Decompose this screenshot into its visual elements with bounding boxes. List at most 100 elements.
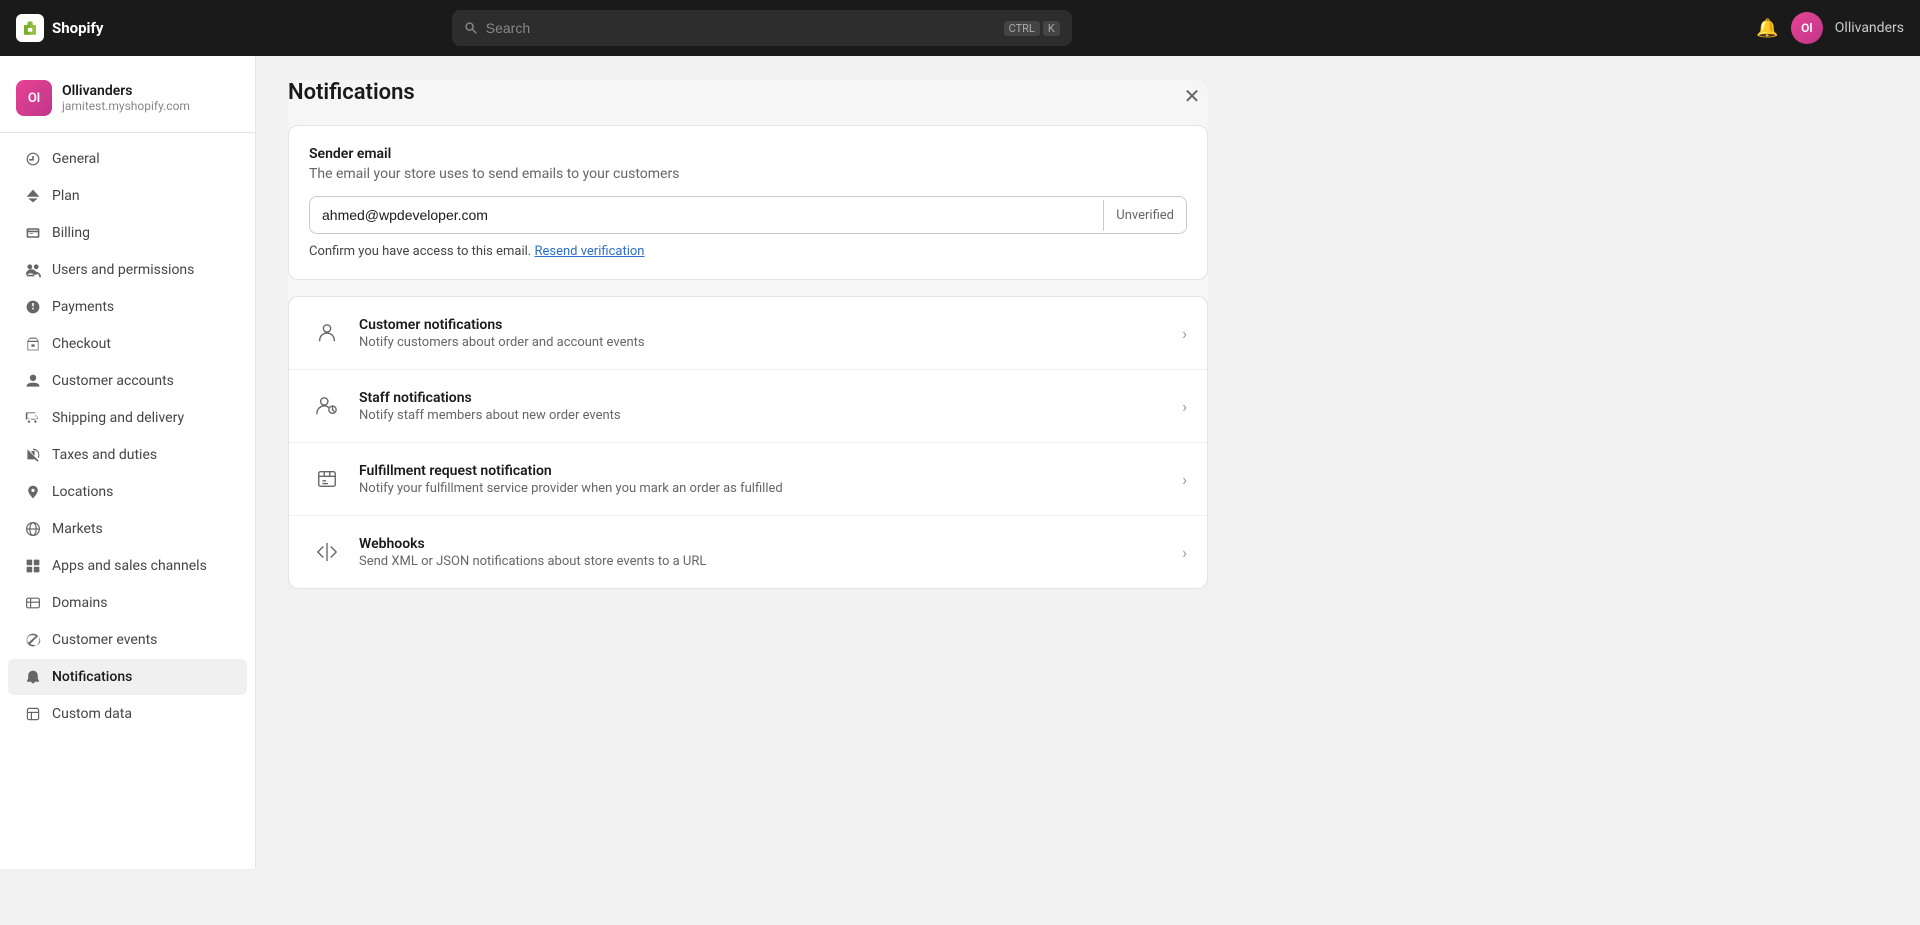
global-search[interactable]: CTRL K: [452, 10, 1072, 46]
webhooks-desc: Send XML or JSON notifications about sto…: [359, 554, 1168, 569]
sidebar-item-customer-events[interactable]: Customer events: [8, 622, 247, 658]
webhooks-icon: [309, 534, 345, 570]
close-button[interactable]: ✕: [1176, 80, 1208, 112]
fulfillment-notifications-item[interactable]: Fulfillment request notification Notify …: [289, 443, 1207, 516]
staff-notifications-item[interactable]: Staff notifications Notify staff members…: [289, 370, 1207, 443]
notifications-bell-icon[interactable]: 🔔: [1756, 18, 1778, 39]
k-key: K: [1043, 21, 1060, 36]
markets-icon: [24, 520, 42, 538]
settings-sidebar: Ol Ollivanders jamitest.myshopify.com Ge…: [0, 56, 256, 869]
taxes-icon: [24, 446, 42, 464]
page-title: Notifications: [288, 80, 415, 105]
sidebar-label-domains: Domains: [52, 595, 107, 611]
shopify-brand-name: Shopify: [52, 19, 103, 37]
content-area: Notifications ✕ Sender email The email y…: [256, 56, 1920, 869]
sidebar-item-shipping[interactable]: Shipping and delivery: [8, 400, 247, 436]
customer-notifications-icon: [309, 315, 345, 351]
staff-notifications-desc: Notify staff members about new order eve…: [359, 408, 1168, 423]
customer-notifications-item[interactable]: Customer notifications Notify customers …: [289, 297, 1207, 370]
staff-notifications-chevron: ›: [1182, 397, 1187, 416]
search-keyboard-hint: CTRL K: [1004, 21, 1060, 36]
plan-icon: [24, 187, 42, 205]
sidebar-item-payments[interactable]: Payments: [8, 289, 247, 325]
customer-notifications-title: Customer notifications: [359, 317, 1168, 333]
fulfillment-notifications-title: Fulfillment request notification: [359, 463, 1168, 479]
unverified-badge: Unverified: [1103, 200, 1186, 231]
search-icon: [464, 21, 478, 35]
locations-icon: [24, 483, 42, 501]
webhooks-text: Webhooks Send XML or JSON notifications …: [359, 536, 1168, 569]
shopify-logo: Shopify: [16, 14, 103, 42]
checkout-icon: [24, 335, 42, 353]
fulfillment-notifications-chevron: ›: [1182, 470, 1187, 489]
customer-notifications-desc: Notify customers about order and account…: [359, 335, 1168, 350]
sidebar-item-plan[interactable]: Plan: [8, 178, 247, 214]
panel-header: Notifications ✕: [288, 80, 1208, 105]
apps-icon: [24, 557, 42, 575]
domains-icon: [24, 594, 42, 612]
sidebar-label-taxes: Taxes and duties: [52, 447, 157, 463]
sidebar-item-markets[interactable]: Markets: [8, 511, 247, 547]
email-input-row: Unverified: [309, 196, 1187, 234]
webhooks-chevron: ›: [1182, 543, 1187, 562]
sidebar-item-notifications[interactable]: Notifications: [8, 659, 247, 695]
sidebar-label-custom-data: Custom data: [52, 706, 132, 722]
sidebar-item-general[interactable]: General: [8, 141, 247, 177]
sidebar-store-info: Ol Ollivanders jamitest.myshopify.com: [0, 72, 255, 133]
sidebar-label-shipping: Shipping and delivery: [52, 410, 184, 426]
resend-verification-link[interactable]: Resend verification: [534, 244, 644, 259]
sidebar-item-customer-accounts[interactable]: Customer accounts: [8, 363, 247, 399]
search-input[interactable]: [486, 20, 996, 36]
username-label: Ollivanders: [1835, 20, 1904, 36]
webhooks-title: Webhooks: [359, 536, 1168, 552]
sender-email-label: Sender email: [309, 146, 1187, 162]
sidebar-item-taxes[interactable]: Taxes and duties: [8, 437, 247, 473]
users-icon: [24, 261, 42, 279]
sidebar-label-payments: Payments: [52, 299, 114, 315]
sidebar-item-checkout[interactable]: Checkout: [8, 326, 247, 362]
sidebar-store-avatar: Ol: [16, 80, 52, 116]
fulfillment-notifications-text: Fulfillment request notification Notify …: [359, 463, 1168, 496]
main-layout: Ol Ollivanders jamitest.myshopify.com Ge…: [0, 56, 1920, 869]
verify-text-static: Confirm you have access to this email.: [309, 244, 534, 259]
shipping-icon: [24, 409, 42, 427]
sidebar-label-billing: Billing: [52, 225, 90, 241]
ctrl-key: CTRL: [1004, 21, 1040, 36]
shopify-logo-icon: [16, 14, 44, 42]
notifications-panel: Notifications ✕ Sender email The email y…: [288, 80, 1208, 589]
sidebar-store-text: Ollivanders jamitest.myshopify.com: [62, 83, 190, 113]
fulfillment-notifications-icon: [309, 461, 345, 497]
sidebar-item-domains[interactable]: Domains: [8, 585, 247, 621]
sidebar-label-general: General: [52, 151, 100, 167]
sidebar-label-apps: Apps and sales channels: [52, 558, 207, 574]
sidebar-item-locations[interactable]: Locations: [8, 474, 247, 510]
sidebar-label-customer-accounts: Customer accounts: [52, 373, 174, 389]
general-icon: [24, 150, 42, 168]
sidebar-label-users: Users and permissions: [52, 262, 194, 278]
fulfillment-notifications-desc: Notify your fulfillment service provider…: [359, 481, 1168, 496]
billing-icon: [24, 224, 42, 242]
staff-notifications-title: Staff notifications: [359, 390, 1168, 406]
sidebar-item-billing[interactable]: Billing: [8, 215, 247, 251]
sidebar-store-name: Ollivanders: [62, 83, 190, 99]
customer-notifications-chevron: ›: [1182, 324, 1187, 343]
staff-notifications-icon: [309, 388, 345, 424]
customer-events-icon: [24, 631, 42, 649]
payments-icon: [24, 298, 42, 316]
sidebar-item-users-permissions[interactable]: Users and permissions: [8, 252, 247, 288]
custom-data-icon: [24, 705, 42, 723]
sidebar-label-plan: Plan: [52, 188, 80, 204]
sidebar-label-customer-events: Customer events: [52, 632, 157, 648]
webhooks-item[interactable]: Webhooks Send XML or JSON notifications …: [289, 516, 1207, 588]
sidebar-label-markets: Markets: [52, 521, 103, 537]
sender-email-description: The email your store uses to send emails…: [309, 166, 1187, 182]
topnav-right-actions: 🔔 Ol Ollivanders: [1756, 12, 1904, 44]
sidebar-item-apps[interactable]: Apps and sales channels: [8, 548, 247, 584]
user-avatar-topnav[interactable]: Ol: [1791, 12, 1823, 44]
top-navigation: Shopify CTRL K 🔔 Ol Ollivanders: [0, 0, 1920, 56]
sender-email-input[interactable]: [310, 197, 1103, 233]
sidebar-item-custom-data[interactable]: Custom data: [8, 696, 247, 732]
customer-notifications-text: Customer notifications Notify customers …: [359, 317, 1168, 350]
staff-notifications-text: Staff notifications Notify staff members…: [359, 390, 1168, 423]
verify-text: Confirm you have access to this email. R…: [309, 244, 1187, 259]
